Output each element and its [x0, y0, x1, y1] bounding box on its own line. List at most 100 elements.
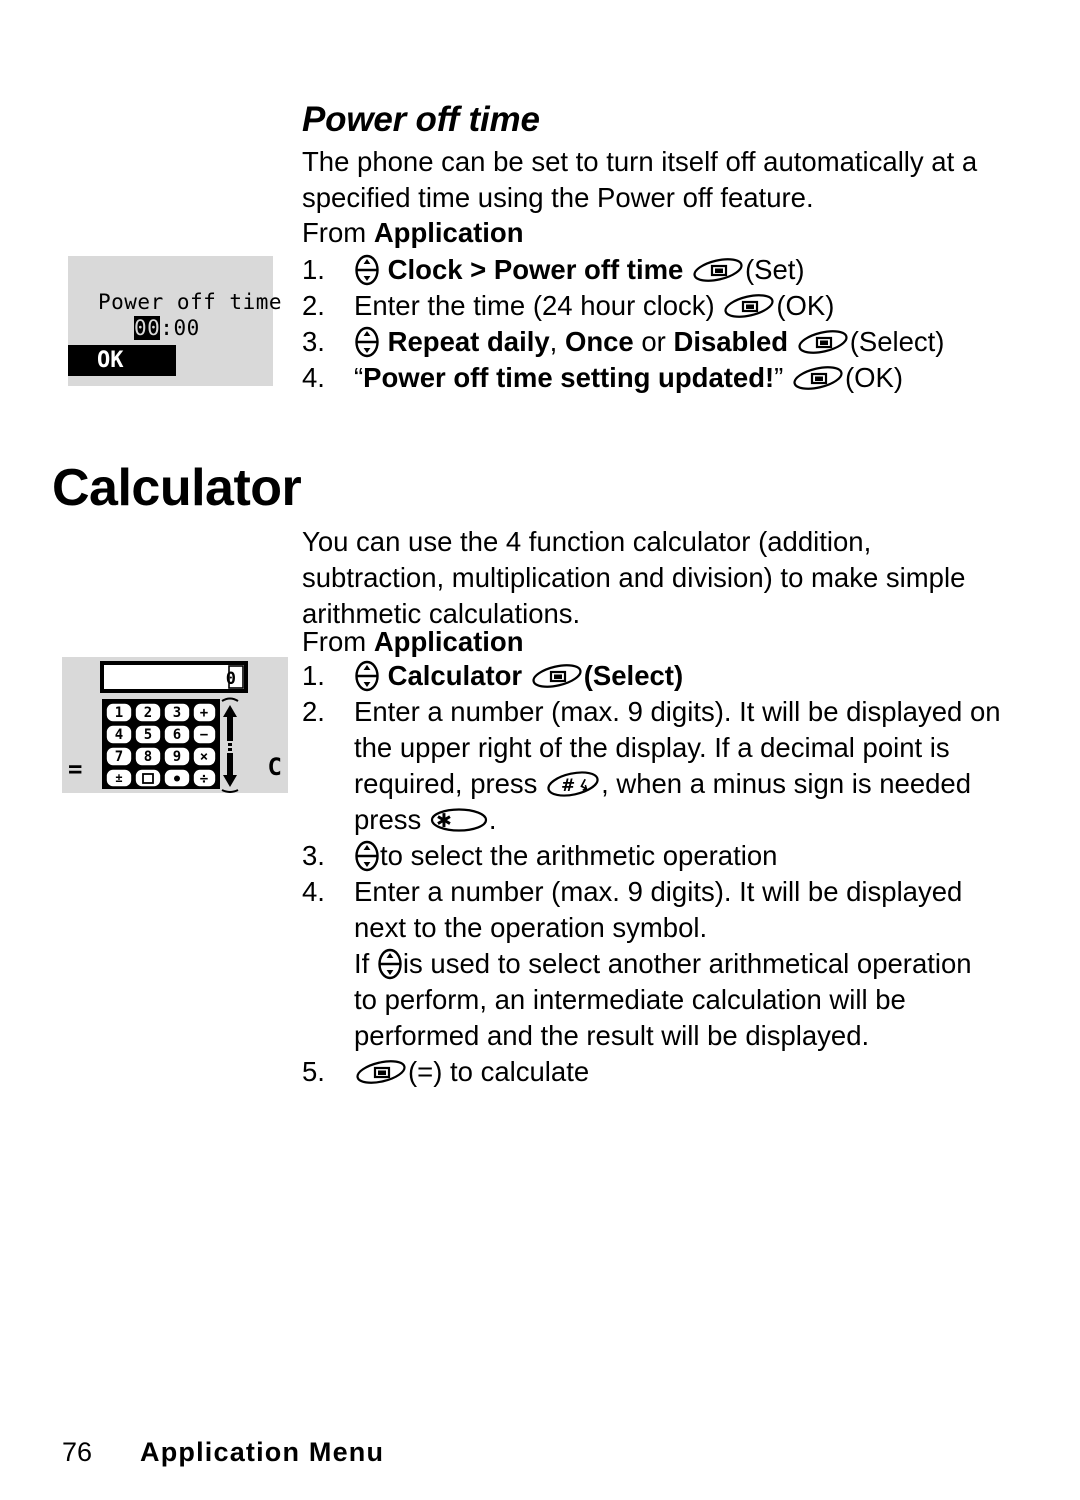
calc-step-4-line5: and the result will be displayed.	[486, 1020, 870, 1051]
calc-step-5-text: (=) to calculate	[408, 1056, 590, 1087]
calc-step-3-text: to select the arithmetic operation	[380, 840, 778, 871]
step-number: 5.	[302, 1056, 325, 1087]
lcd-softkey-ok-label: OK	[97, 348, 124, 373]
calc-step-4-line2: to the operation symbol.	[413, 912, 708, 943]
navigation-key-icon	[354, 840, 380, 872]
calculator-from-line: From Application	[302, 624, 1002, 660]
lcd-time-hours-highlighted: 00	[134, 316, 161, 340]
page-footer: 76 Application Menu	[0, 1437, 1080, 1477]
step-number: 3.	[302, 840, 325, 871]
from-prefix: From	[302, 626, 374, 657]
from-application-label: From Application	[302, 624, 1002, 660]
svg-text:7: 7	[115, 749, 123, 765]
svg-text:3: 3	[173, 705, 181, 721]
manual-page: Power off time The phone can be set to t…	[0, 0, 1080, 1500]
chapter-title-calculator: Calculator	[52, 459, 302, 517]
step-3-option-disabled: Disabled	[673, 326, 789, 357]
svg-text:0: 0	[226, 669, 236, 689]
svg-text:÷: ÷	[200, 771, 208, 787]
from-target: Application	[373, 217, 524, 248]
svg-text:×: ×	[200, 749, 208, 765]
calculator-steps-list: 1. Calculator (Select) 2. Enter a number…	[302, 658, 1002, 1090]
navigation-key-icon	[354, 254, 380, 286]
svg-text:5: 5	[144, 727, 152, 743]
svg-text:4: 4	[115, 727, 123, 743]
power-off-time-phone-screen: Power off time 00:00 OK	[68, 256, 282, 386]
calc-right-softkey-label: C	[267, 753, 282, 781]
footer-chapter-title: Application Menu	[140, 1437, 385, 1467]
soft-key-icon	[797, 329, 849, 355]
calc-step-1: 1. Calculator (Select)	[302, 658, 1002, 694]
step-3-option-once: Once	[564, 326, 634, 357]
soft-key-icon	[792, 365, 844, 391]
open-quote: “	[354, 362, 364, 393]
calc-step-5: 5. (=) to calculate	[302, 1054, 1002, 1090]
step-number: 2.	[302, 290, 325, 321]
page-number: 76	[62, 1437, 93, 1467]
calculator-steps-block: 1. Calculator (Select) 2. Enter a number…	[302, 658, 1002, 1090]
power-off-from-line: From Application	[302, 215, 1002, 251]
page-title-power-off-time: Power off time	[302, 100, 540, 139]
lcd-time-value: 00:00	[134, 316, 200, 340]
step-1-bold-text: Clock > Power off time	[387, 254, 684, 285]
step-number: 1.	[302, 254, 325, 285]
soft-key-icon	[531, 663, 583, 689]
from-prefix: From	[302, 217, 374, 248]
svg-text:✱: ✱	[436, 810, 452, 832]
calculator-phone-screen: = C 0 1 2 3 + 4 5 6 − 7 8 9 × ± ÷	[62, 657, 288, 793]
svg-text:#: #	[561, 776, 575, 796]
step-number: 4.	[302, 876, 325, 907]
star-key-icon: ✱	[429, 806, 489, 834]
power-off-intro-text: The phone can be set to turn itself off …	[302, 146, 978, 213]
calculator-lcd-body: 0 1 2 3 + 4 5 6 − 7 8 9 × ± ÷	[98, 657, 250, 793]
step-3-softkey-label: (Select)	[849, 326, 945, 357]
step-2-softkey-label: (OK)	[776, 290, 835, 321]
step-3: 3. Repeat daily, Once or Disabled (Selec…	[302, 324, 1002, 360]
lcd-time-minutes: 00	[173, 316, 200, 340]
step-number: 4.	[302, 362, 325, 393]
svg-text:1: 1	[115, 705, 123, 721]
svg-text:±: ±	[115, 771, 122, 785]
lcd-softkey-ok-button[interactable]: OK	[68, 345, 176, 376]
step-3-comma: ,	[549, 326, 565, 357]
step-1-softkey-label: (Set)	[744, 254, 805, 285]
svg-text:6: 6	[173, 727, 181, 743]
calc-step-1-bold-text: Calculator	[387, 660, 523, 691]
calc-step-2-line3-before: press	[470, 768, 538, 799]
hash-key-icon: # ↳	[545, 770, 601, 798]
from-target: Application	[373, 626, 524, 657]
svg-text:8: 8	[144, 749, 152, 765]
calc-step-2: 2. Enter a number (max. 9 digits). It wi…	[302, 694, 1002, 838]
soft-key-icon	[355, 1059, 407, 1085]
power-off-intro-block: The phone can be set to turn itself off …	[302, 144, 1002, 216]
step-number: 3.	[302, 326, 325, 357]
from-application-label: From Application	[302, 215, 1002, 251]
step-2-text: Enter the time (24 hour clock)	[354, 290, 715, 321]
step-3-option-repeat-daily: Repeat daily	[387, 326, 550, 357]
power-off-steps-block: 1. Clock > Power off time (Set) 2. Enter…	[302, 252, 1002, 396]
calculator-intro-text: You can use the 4 function calculator (a…	[302, 526, 966, 629]
power-off-steps-list: 1. Clock > Power off time (Set) 2. Enter…	[302, 252, 1002, 396]
step-number: 2.	[302, 696, 325, 727]
calculator-intro-block: You can use the 4 function calculator (a…	[302, 524, 1002, 632]
calc-step-4: 4. Enter a number (max. 9 digits). It wi…	[302, 874, 1002, 1054]
calc-step-1-softkey-label: (Select)	[583, 660, 684, 691]
calc-step-2-line3-after: .	[488, 804, 497, 835]
step-1: 1. Clock > Power off time (Set)	[302, 252, 1002, 288]
calc-step-4-line3-before: If	[354, 948, 370, 979]
soft-key-icon	[723, 293, 775, 319]
step-2: 2. Enter the time (24 hour clock) (OK)	[302, 288, 1002, 324]
close-quote: ”	[774, 362, 784, 393]
step-4-message-text: Power off time setting updated!	[363, 362, 775, 393]
calculator-lcd-graphic: 0 1 2 3 + 4 5 6 − 7 8 9 × ± ÷	[100, 661, 248, 793]
lcd-time-separator: :	[160, 316, 174, 340]
navigation-key-icon	[354, 660, 380, 692]
calc-scroll-indicator	[221, 697, 239, 793]
navigation-key-icon	[377, 948, 403, 980]
navigation-key-icon	[354, 326, 380, 358]
calc-step-3: 3. to select the arithmetic operation	[302, 838, 1002, 874]
step-4-softkey-label: (OK)	[844, 362, 904, 393]
step-number: 1.	[302, 660, 325, 691]
svg-text:2: 2	[144, 705, 152, 721]
step-3-or: or	[633, 326, 674, 357]
